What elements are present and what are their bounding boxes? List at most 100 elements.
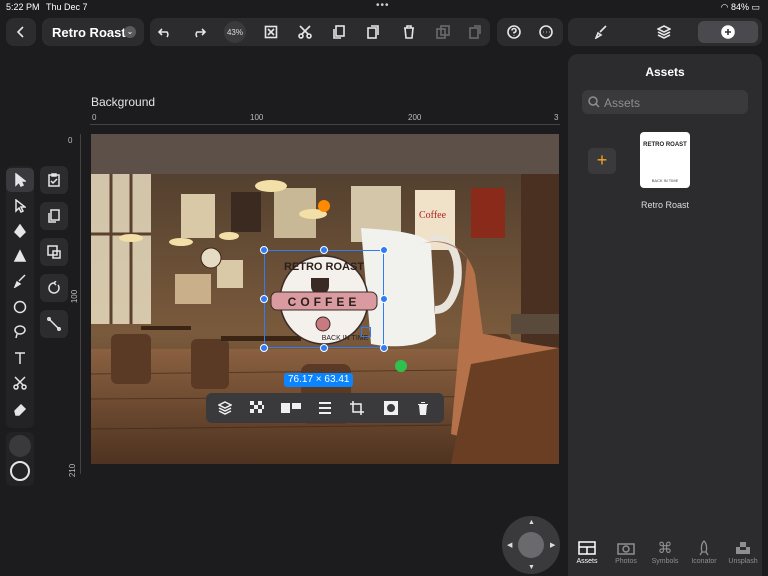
horizontal-ruler: 0 100 200 3 [90, 112, 560, 125]
zoom-indicator[interactable]: 43% [224, 21, 246, 43]
help-icon [507, 25, 521, 39]
assets-panel: Assets Assets + RETRO ROAST BACK IN TIME… [568, 54, 762, 576]
panel-title: Assets [645, 65, 685, 79]
command-icon: ⌘ [657, 540, 673, 557]
mask-icon [384, 401, 398, 415]
copy-button[interactable] [328, 22, 350, 42]
tab-assets[interactable] [698, 21, 758, 43]
pencil-tool[interactable] [6, 244, 34, 268]
delete-selection-button[interactable] [410, 396, 436, 420]
ruler-tick: 210 [68, 463, 78, 478]
rotate-handle[interactable] [318, 200, 330, 212]
crop-button[interactable] [344, 396, 370, 420]
diagonal-line-icon [47, 317, 61, 331]
brush-icon [594, 25, 607, 39]
tab-assets-library[interactable]: Assets [568, 538, 606, 565]
search-placeholder: Assets [604, 96, 641, 110]
crop-icon [350, 401, 364, 415]
deselect-button[interactable] [260, 22, 282, 42]
direct-select-tool[interactable] [6, 194, 34, 218]
tab-layers[interactable] [634, 21, 694, 43]
tab-iconator[interactable]: Iconator [685, 538, 723, 565]
resize-handle[interactable] [380, 246, 388, 254]
rotate-button[interactable] [40, 274, 68, 302]
help-button[interactable] [503, 22, 525, 42]
asset-thumbnail[interactable]: RETRO ROAST BACK IN TIME [640, 132, 690, 188]
lasso-icon [14, 325, 26, 339]
line-button[interactable] [40, 310, 68, 338]
more-button[interactable] [535, 22, 557, 42]
back-button[interactable] [6, 18, 36, 46]
select-tool[interactable] [6, 168, 34, 192]
resize-handle[interactable] [380, 344, 388, 352]
status-bar: 5:22 PM Thu Dec 7 ••• ◠ 84% ▭ [0, 0, 768, 14]
tab-label: Iconator [691, 558, 717, 565]
add-asset-button[interactable]: + [588, 148, 616, 174]
lasso-tool[interactable] [6, 320, 34, 344]
layers-icon [657, 25, 671, 39]
fill-color-well[interactable] [9, 435, 31, 457]
asset-logo-preview: RETRO ROAST BACK IN TIME [643, 142, 687, 183]
resize-handle[interactable] [260, 344, 268, 352]
clipboard-icon [48, 173, 60, 187]
multitask-dots-icon[interactable]: ••• [376, 0, 390, 11]
copy-icon [333, 25, 345, 39]
paste-button[interactable] [362, 22, 384, 42]
align-button[interactable] [278, 396, 304, 420]
text-tool[interactable] [6, 346, 34, 370]
tab-symbols[interactable]: ⌘ Symbols [646, 538, 684, 565]
tab-unsplash[interactable]: Unsplash [724, 538, 762, 565]
eraser-tool[interactable] [6, 397, 34, 421]
joystick-knob[interactable] [518, 532, 544, 558]
eraser-icon [14, 403, 27, 416]
duplicate-button[interactable] [432, 22, 454, 42]
copy-style-button[interactable] [40, 202, 68, 230]
undo-button[interactable] [154, 22, 176, 42]
shape-tool[interactable] [6, 295, 34, 319]
clipboard-button[interactable] [40, 166, 68, 194]
document-title-button[interactable]: Retro Roast ⌄ [42, 18, 144, 46]
search-icon [588, 96, 600, 108]
status-time: 5:22 PM [6, 2, 40, 12]
mask-button[interactable] [378, 396, 404, 420]
pen-tool[interactable] [6, 219, 34, 243]
resize-handle[interactable] [320, 246, 328, 254]
redo-button[interactable] [188, 22, 210, 42]
tab-photos[interactable]: Photos [607, 538, 645, 565]
thumb-tagline-text: BACK IN TIME [652, 178, 679, 183]
transparency-button[interactable] [244, 396, 270, 420]
align-icon [281, 403, 301, 413]
sign-text: Coffee [419, 210, 447, 221]
transform-button[interactable] [40, 238, 68, 266]
paste-style-icon [469, 25, 481, 39]
selection-size-label: 76.17 × 63.41 [284, 373, 354, 387]
distribute-button[interactable] [312, 396, 338, 420]
node-pointer-icon [15, 199, 26, 213]
assets-search-input[interactable]: Assets [582, 90, 748, 114]
unsplash-icon [736, 542, 750, 554]
nudge-joystick[interactable]: ▲ ▼ ◀ ▶ [502, 516, 560, 574]
text-icon [15, 352, 25, 364]
cut-button[interactable] [294, 22, 316, 42]
resize-handle[interactable] [260, 295, 268, 303]
resize-handle[interactable] [260, 246, 268, 254]
main-toolbar: 43% [150, 18, 490, 46]
status-date: Thu Dec 7 [46, 2, 88, 12]
stroke-color-well[interactable] [10, 461, 30, 481]
brush-tool[interactable] [6, 269, 34, 293]
resize-handle[interactable] [380, 295, 388, 303]
ruler-tick: 3 [554, 113, 559, 122]
delete-button[interactable] [398, 22, 420, 42]
ruler-tick: 100 [70, 289, 80, 304]
fountain-pen-icon [13, 249, 27, 262]
paste-style-button[interactable] [464, 22, 486, 42]
pivot-handle[interactable] [395, 360, 407, 372]
arrow-left-icon: ◀ [507, 542, 513, 549]
arrange-button[interactable] [212, 396, 238, 420]
scissors-tool[interactable] [6, 371, 34, 395]
deselect-icon [264, 25, 278, 39]
corner-radius-handle[interactable] [361, 327, 371, 337]
resize-handle[interactable] [320, 344, 328, 352]
tab-style[interactable] [572, 21, 630, 43]
transform-icon [47, 245, 61, 259]
